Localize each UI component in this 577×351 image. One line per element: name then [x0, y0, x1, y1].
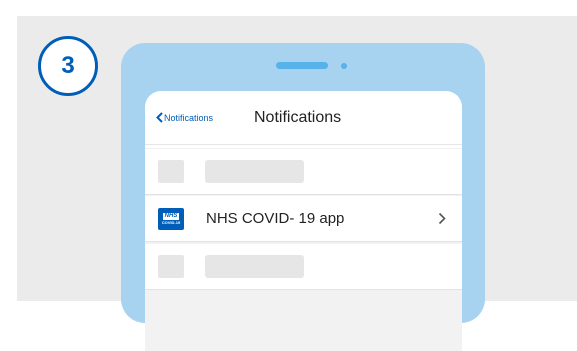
- step-number: 3: [61, 52, 75, 79]
- phone-camera: [341, 63, 347, 69]
- list-item-placeholder: [145, 244, 462, 290]
- page-title: Notifications: [254, 109, 342, 126]
- phone-speaker: [276, 62, 328, 69]
- notification-app-list: NHS COVID-19 NHS COVID- 19 app: [145, 148, 462, 351]
- back-button-label: Notifications: [164, 112, 214, 123]
- placeholder-text: [205, 255, 304, 278]
- placeholder-icon: [158, 160, 184, 183]
- placeholder-text: [205, 160, 304, 183]
- chevron-left-icon: [156, 112, 163, 123]
- chevron-right-icon: [438, 212, 446, 225]
- list-item-nhs-covid-app[interactable]: NHS COVID-19 NHS COVID- 19 app: [145, 196, 462, 242]
- placeholder-icon: [158, 255, 184, 278]
- list-item-placeholder: [145, 149, 462, 195]
- navigation-bar: Notifications Notifications: [145, 91, 462, 145]
- phone-frame: Notifications Notifications NHS COVID-19…: [121, 43, 485, 351]
- back-button[interactable]: Notifications: [156, 112, 213, 123]
- phone-screen: Notifications Notifications NHS COVID-19…: [145, 91, 462, 351]
- step-number-badge: 3: [38, 36, 98, 96]
- app-name-label: NHS COVID- 19 app: [206, 210, 345, 227]
- nhs-covid-app-icon: NHS COVID-19: [158, 208, 184, 230]
